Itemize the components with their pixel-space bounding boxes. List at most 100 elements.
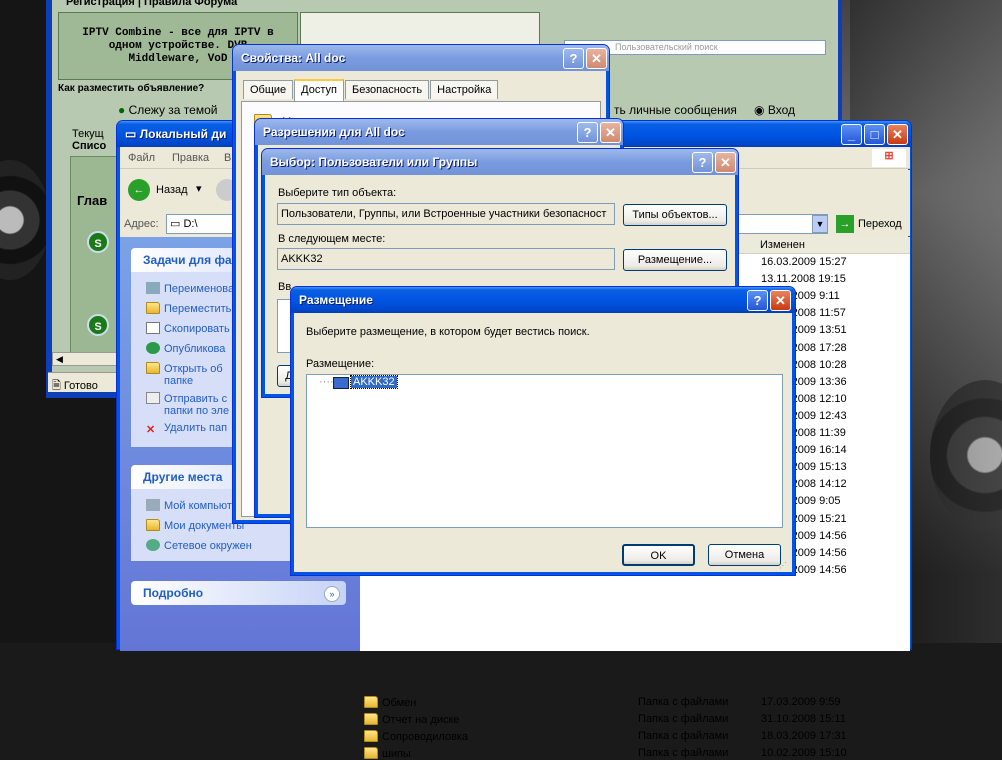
file-row-name[interactable]: шипы xyxy=(364,747,411,760)
task-copy[interactable]: Скопировать xyxy=(146,322,230,335)
file-row-name-text: Отчет на диске xyxy=(382,714,460,726)
task-copy-label: Скопировать xyxy=(164,323,230,335)
file-row-type[interactable]: Папка с файлами xyxy=(638,730,728,742)
ok-button[interactable]: OK xyxy=(622,544,695,566)
scroll-left-icon: ◀ xyxy=(56,354,63,364)
windows-logo-icon: ⊞ xyxy=(872,149,906,167)
task-move-label: Переместить xyxy=(164,303,232,315)
object-type-field: Пользователи, Группы, или Встроенные уча… xyxy=(277,203,615,225)
address-value: D:\ xyxy=(183,218,198,230)
help-button[interactable]: ? xyxy=(577,122,598,143)
place-network[interactable]: Сетевое окружен xyxy=(146,539,252,552)
file-row-type[interactable]: Папка с файлами xyxy=(638,696,728,708)
file-row-date-text: 18.03.2009 17:31 xyxy=(761,730,847,742)
file-row-type[interactable]: Папка с файлами xyxy=(638,747,728,759)
forum-topline[interactable]: Регистрация | Правила Форума xyxy=(66,0,237,8)
watch-icon: ● xyxy=(118,103,126,117)
task-email[interactable]: Отправить с xyxy=(146,392,227,405)
properties-titlebar[interactable]: Свойства: All doc xyxy=(233,45,609,71)
go-button[interactable]: Переход xyxy=(858,218,902,230)
task-publish-label: Опубликова xyxy=(164,343,226,355)
question-link[interactable]: Как разместить объявление? xyxy=(58,83,204,94)
close-button[interactable]: ✕ xyxy=(600,122,621,143)
close-button[interactable]: ✕ xyxy=(887,124,908,145)
locations-button[interactable]: Размещение... xyxy=(623,249,727,271)
place-my-computer[interactable]: Мой компьют xyxy=(146,499,232,512)
current-label: Текущ xyxy=(72,128,104,140)
task-move[interactable]: Переместить xyxy=(146,302,231,315)
go-icon[interactable]: → xyxy=(836,215,854,233)
computer-icon xyxy=(146,499,160,511)
object-types-button[interactable]: Типы объектов... xyxy=(623,204,727,226)
back-icon[interactable]: ← xyxy=(128,179,150,201)
tab-security[interactable]: Безопасность xyxy=(344,80,430,99)
file-row-name-text: Обмен xyxy=(382,697,417,709)
back-dropdown-icon[interactable]: ▾ xyxy=(196,182,202,195)
tab-sharing[interactable]: Доступ xyxy=(294,79,344,101)
close-button[interactable]: ✕ xyxy=(586,48,607,69)
menu-file[interactable]: Файл xyxy=(128,152,155,164)
help-button[interactable]: ? xyxy=(563,48,584,69)
maximize-button[interactable]: □ xyxy=(864,124,885,145)
location-titlebar[interactable]: Размещение xyxy=(291,287,795,313)
permissions-titlebar[interactable]: Разрешения для All doc xyxy=(255,119,623,145)
date-cell: 16.03.2009 15:27 xyxy=(761,256,847,268)
expand-chevron-icon[interactable]: » xyxy=(324,586,340,602)
help-button[interactable]: ? xyxy=(692,152,713,173)
place-my-computer-label: Мой компьют xyxy=(164,500,232,512)
watch-topic-label: Слежу за темой xyxy=(128,103,218,117)
col-changed[interactable]: Изменен xyxy=(760,239,805,251)
tab-general[interactable]: Общие xyxy=(243,80,294,99)
tree-item-akkk32[interactable]: AKKK32 xyxy=(350,375,398,389)
email-icon xyxy=(146,392,160,404)
resize-grip-icon[interactable]: ⋰ xyxy=(779,561,787,570)
file-row-date[interactable]: 31.10.2008 15:11 xyxy=(761,713,846,725)
task-delete[interactable]: ✕ Удалить пап xyxy=(146,422,227,436)
location-field: AKKK32 xyxy=(277,248,615,270)
login-link[interactable]: ◉ Вход xyxy=(754,103,795,117)
file-row-date[interactable]: 17.03.2009 9:59 xyxy=(761,696,841,708)
file-row-name[interactable]: Отчет на диске xyxy=(364,713,460,726)
location-prompt: Выберите размещение, в котором будет вес… xyxy=(306,326,590,338)
computer-icon xyxy=(333,377,349,389)
file-row-name[interactable]: Сопроводиловка xyxy=(364,730,468,743)
location-tree[interactable]: ····· AKKK32 xyxy=(306,374,783,528)
explorer-title: Локальный ди xyxy=(139,127,227,141)
drive-icon: ▭ xyxy=(170,218,181,230)
file-row-type-text: Папка с файлами xyxy=(638,747,729,759)
back-button-label[interactable]: Назад xyxy=(156,184,188,196)
file-row-name[interactable]: Обмен xyxy=(364,696,416,709)
folder-icon: ▭ xyxy=(125,127,137,141)
file-row-name-text: шипы xyxy=(382,748,411,760)
task-email-label: Отправить с xyxy=(164,393,228,405)
table-header: Глав xyxy=(77,193,108,208)
watch-topic-link[interactable]: ● Слежу за темой xyxy=(118,103,217,117)
task-rename[interactable]: Переименова xyxy=(146,282,234,295)
cancel-button[interactable]: Отмена xyxy=(708,544,781,566)
file-row-date[interactable]: 18.03.2009 17:31 xyxy=(761,730,847,742)
task-share-line2[interactable]: папке xyxy=(164,375,193,387)
task-rename-label: Переименова xyxy=(164,283,235,295)
file-row-type-text: Папка с файлами xyxy=(638,696,729,708)
close-button[interactable]: ✕ xyxy=(770,290,791,311)
file-row-type[interactable]: Папка с файлами xyxy=(638,713,728,725)
menu-edit[interactable]: Правка xyxy=(172,152,209,164)
place-my-documents[interactable]: Мои документы xyxy=(146,519,244,532)
login-label: Вход xyxy=(767,103,795,117)
help-button[interactable]: ? xyxy=(747,290,768,311)
tab-customize[interactable]: Настройка xyxy=(430,80,499,99)
task-publish[interactable]: Опубликова xyxy=(146,342,225,355)
horizontal-scrollbar[interactable]: ◀ xyxy=(52,352,122,366)
move-icon xyxy=(146,302,160,314)
details-header[interactable]: Подробно xyxy=(131,581,346,605)
file-row-date[interactable]: 10.02.2009 15:10 xyxy=(761,747,847,759)
personal-msgs-link[interactable]: ть личные сообщения xyxy=(614,103,737,117)
select-titlebar[interactable]: Выбор: Пользователи или Группы xyxy=(262,149,738,175)
task-share[interactable]: Открыть об xyxy=(146,362,223,375)
minimize-button[interactable]: _ xyxy=(841,124,862,145)
file-row-date-text: 10.02.2009 15:10 xyxy=(761,747,847,759)
date-cell: 13.11.2008 19:15 xyxy=(761,273,846,286)
close-button[interactable]: ✕ xyxy=(715,152,736,173)
address-dropdown-icon[interactable]: ▼ xyxy=(812,215,828,233)
task-email-line2[interactable]: папки по эле xyxy=(164,405,229,417)
